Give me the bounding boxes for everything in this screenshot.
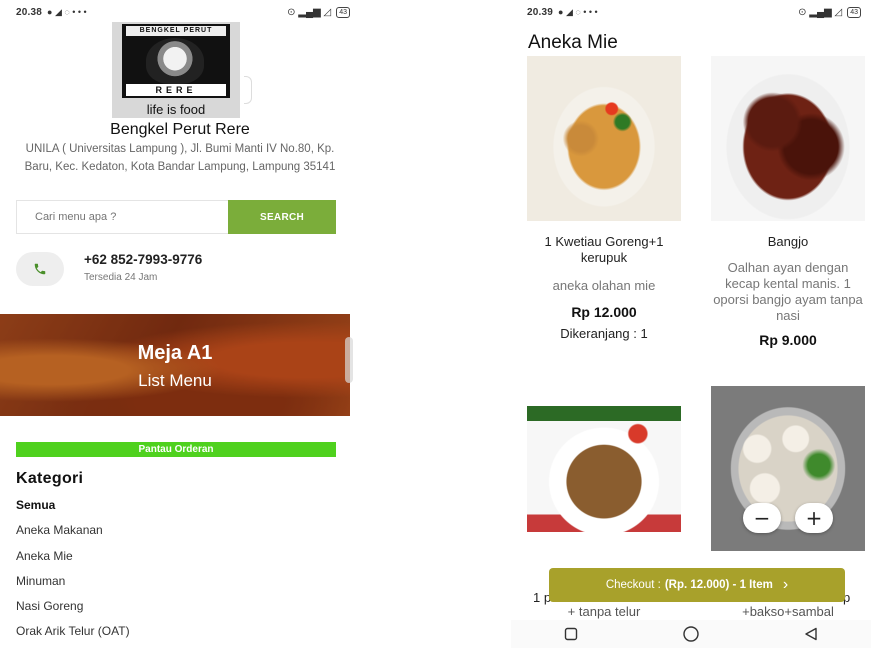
signal-icon: ⊙ ▂▄▆ ◿	[287, 6, 332, 18]
search-button[interactable]: SEARCH	[228, 200, 336, 234]
battery-icon: 43	[336, 6, 350, 18]
table-name: Meja A1	[137, 342, 213, 364]
notification-icons: ● ◢ ◌ • • •	[558, 6, 598, 17]
left-screen: 20.38 ● ◢ ◌ • • • ⊙ ▂▄▆ ◿ 43 BENGKEL PER…	[0, 0, 360, 648]
kategori-item-semua[interactable]: Semua	[16, 496, 130, 521]
status-bar: 20.38 ● ◢ ◌ • • • ⊙ ▂▄▆ ◿ 43	[16, 4, 350, 20]
product-image-bakso[interactable]	[711, 386, 865, 551]
logo-top-text: BENGKEL PERUT	[126, 26, 226, 36]
shop-address: UNILA ( Universitas Lampung ), Jl. Bumi …	[24, 143, 336, 173]
right-screen: 20.39 ● ◢ ◌ • • • ⊙ ▂▄▆ ◿ 43 Aneka Mie 1…	[511, 0, 871, 648]
product-description-partial: + tanpa telur	[567, 604, 641, 619]
checkout-summary: (Rp. 12.000) - 1 Item	[664, 579, 773, 591]
table-banner: Meja A1 List Menu	[0, 314, 350, 416]
kategori-item-aneka-mie[interactable]: Aneka Mie	[16, 547, 130, 572]
battery-icon: 43	[847, 6, 861, 18]
banner-subtitle: List Menu	[138, 371, 212, 390]
section-title: Aneka Mie	[528, 32, 618, 53]
phone-icon[interactable]	[16, 252, 64, 286]
carousel-edge	[244, 76, 252, 104]
status-time: 20.38	[16, 6, 43, 18]
home-icon[interactable]	[680, 624, 702, 644]
product-image-kwetiau[interactable]	[527, 56, 681, 221]
android-nav-bar	[511, 620, 871, 648]
logo-tagline: life is food	[146, 102, 206, 117]
search-input[interactable]	[16, 200, 228, 234]
recent-apps-icon[interactable]	[560, 624, 582, 644]
kategori-item-nasi-goreng[interactable]: Nasi Goreng	[16, 597, 130, 622]
cart-count: Dikeranjang : 1	[560, 326, 648, 341]
product-name: 1 Kwetiau Goreng+1 kerupuk	[544, 234, 664, 265]
chevron-right-icon: ›	[782, 576, 789, 593]
logo-image: BENGKEL PERUT RERE	[122, 24, 230, 98]
search-bar: SEARCH	[16, 200, 336, 234]
shop-name: Bengkel Perut Rere	[110, 121, 250, 138]
product-image-bangjo[interactable]	[711, 56, 865, 221]
product-card-bangjo: Bangjo Oalhan ayan dengan kecap kental m…	[711, 234, 865, 348]
kategori-title: Kategori	[16, 470, 84, 487]
logo-band-text: RERE	[126, 84, 226, 96]
shop-logo: BENGKEL PERUT RERE life is food	[112, 22, 240, 118]
kategori-item-oat[interactable]: Orak Arik Telur (OAT)	[16, 622, 130, 647]
checkout-prefix: Checkout :	[605, 579, 661, 591]
decrease-quantity-button[interactable]: −	[743, 503, 781, 533]
logo-face	[146, 38, 204, 84]
kategori-item-aneka-makanan[interactable]: Aneka Makanan	[16, 521, 130, 546]
product-name: Bangjo	[767, 234, 809, 249]
product-description: Oalhan ayan dengan kecap kental manis. 1…	[713, 260, 863, 323]
product-card-kwetiau: 1 Kwetiau Goreng+1 kerupuk aneka olahan …	[527, 234, 681, 341]
status-bar: 20.39 ● ◢ ◌ • • • ⊙ ▂▄▆ ◿ 43	[527, 4, 861, 20]
phone-number[interactable]: +62 852-7993-9776	[84, 252, 202, 267]
product-description-partial: +bakso+sambal	[742, 604, 834, 619]
increase-quantity-button[interactable]: +	[795, 503, 833, 533]
product-price: Rp 9.000	[759, 332, 817, 348]
product-price: Rp 12.000	[571, 304, 637, 320]
notification-icons: ● ◢ ◌ • • •	[47, 6, 87, 17]
signal-icon: ⊙ ▂▄▆ ◿	[798, 6, 843, 18]
kategori-list: Semua Aneka Makanan Aneka Mie Minuman Na…	[16, 496, 130, 648]
kategori-item-minuman[interactable]: Minuman	[16, 572, 130, 597]
checkout-button[interactable]: Checkout : (Rp. 12.000) - 1 Item ›	[549, 568, 845, 602]
back-icon[interactable]	[800, 624, 822, 644]
product-description: aneka olahan mie	[552, 278, 656, 293]
availability-text: Tersedia 24 Jam	[84, 272, 158, 283]
pantau-orderan-button[interactable]: Pantau Orderan	[16, 442, 336, 457]
status-time: 20.39	[527, 6, 554, 18]
product-image-mie-goreng[interactable]	[527, 406, 681, 532]
